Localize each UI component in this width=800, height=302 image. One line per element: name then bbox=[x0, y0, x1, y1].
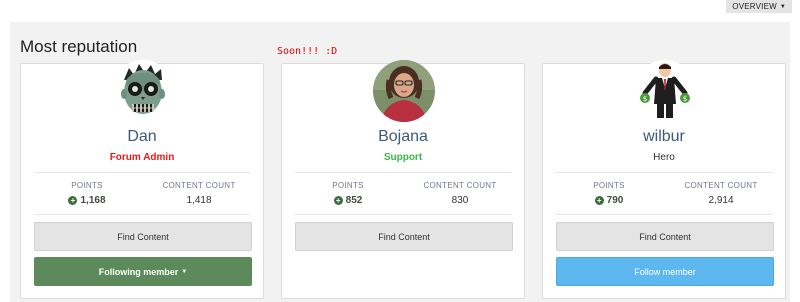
divider bbox=[295, 172, 511, 173]
find-content-button[interactable]: Find Content bbox=[34, 222, 252, 251]
points-stat: POINTS + 1,168 bbox=[32, 181, 142, 206]
divider bbox=[556, 172, 772, 173]
points-value: 790 bbox=[606, 195, 624, 206]
find-content-button[interactable]: Find Content bbox=[295, 222, 513, 251]
content-count-label: CONTENT COUNT bbox=[684, 181, 758, 190]
member-role: Forum Admin bbox=[109, 152, 175, 163]
follow-member-button[interactable]: Follow member bbox=[556, 257, 774, 286]
divider bbox=[556, 214, 772, 215]
divider bbox=[295, 214, 511, 215]
member-role: Hero bbox=[653, 152, 675, 163]
points-stat: POINTS + 790 bbox=[554, 181, 664, 206]
soon-note: Soon!!! :D bbox=[277, 46, 338, 57]
overview-dropdown-button[interactable]: OVERVIEW ▼ bbox=[726, 0, 792, 13]
points-value-wrap: + 790 bbox=[554, 195, 664, 206]
content-count-label: CONTENT COUNT bbox=[162, 181, 236, 190]
member-name[interactable]: Dan bbox=[21, 128, 263, 146]
photo-avatar-icon[interactable] bbox=[373, 60, 435, 122]
content-count-value: 1,418 bbox=[186, 195, 212, 206]
points-value-wrap: + 852 bbox=[293, 195, 403, 206]
svg-text:$: $ bbox=[643, 95, 647, 103]
member-name[interactable]: Bojana bbox=[282, 128, 524, 146]
content-count-value: 830 bbox=[451, 195, 469, 206]
content-count-stat: CONTENT COUNT 830 bbox=[405, 181, 515, 206]
content-count-stat: CONTENT COUNT 1,418 bbox=[144, 181, 254, 206]
points-label: POINTS bbox=[71, 181, 103, 190]
member-name[interactable]: wilbur bbox=[543, 128, 785, 146]
points-stat: POINTS + 852 bbox=[293, 181, 403, 206]
points-label: POINTS bbox=[593, 181, 625, 190]
plus-circle-icon: + bbox=[594, 196, 604, 205]
content-count-stat: CONTENT COUNT 2,914 bbox=[666, 181, 776, 206]
content-count-label: CONTENT COUNT bbox=[423, 181, 497, 190]
points-value-wrap: + 1,168 bbox=[32, 195, 142, 206]
overview-label: OVERVIEW bbox=[732, 2, 777, 11]
find-content-button[interactable]: Find Content bbox=[556, 222, 774, 251]
plus-circle-icon: + bbox=[333, 196, 343, 205]
top-bar: OVERVIEW ▼ bbox=[0, 0, 800, 18]
zombie-avatar-icon[interactable] bbox=[112, 60, 174, 122]
member-card-wilbur: $ $ wilbur Hero POINTS + 790 CONTENT COU… bbox=[542, 60, 786, 299]
plus-circle-icon: + bbox=[68, 196, 78, 205]
member-card-bojana: Bojana Support POINTS + 852 CONTENT COUN… bbox=[281, 60, 525, 299]
divider bbox=[34, 172, 250, 173]
member-card-dan: Dan Forum Admin POINTS + 1,168 CONTENT C… bbox=[20, 60, 264, 299]
businessman-avatar-icon[interactable]: $ $ bbox=[634, 60, 696, 122]
member-role: Support bbox=[383, 152, 423, 163]
svg-text:$: $ bbox=[683, 95, 687, 103]
following-member-button[interactable]: Following member ▼ bbox=[34, 257, 252, 286]
content-count-value: 2,914 bbox=[708, 195, 734, 206]
points-label: POINTS bbox=[332, 181, 364, 190]
chevron-down-icon: ▼ bbox=[779, 3, 786, 10]
section-title: Most reputation bbox=[20, 37, 138, 56]
following-member-label: Following member bbox=[98, 266, 179, 277]
chevron-down-icon: ▼ bbox=[181, 268, 188, 275]
divider bbox=[34, 214, 250, 215]
points-value: 1,168 bbox=[80, 195, 106, 206]
points-value: 852 bbox=[345, 195, 363, 206]
